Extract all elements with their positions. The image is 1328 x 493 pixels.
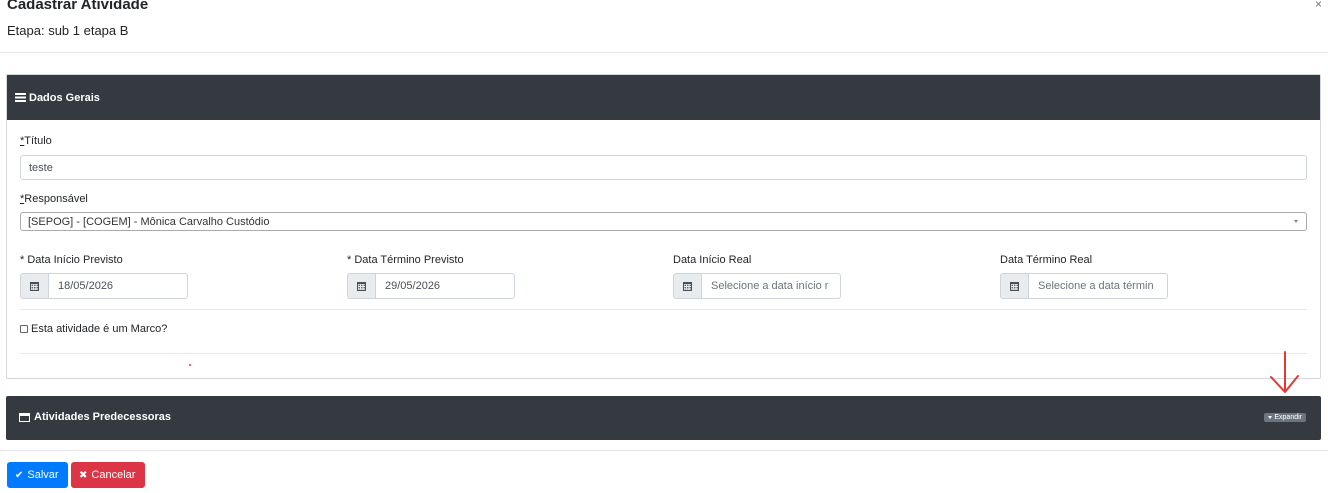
predecessoras-card[interactable]: Atividades Predecessoras Expandir <box>6 396 1321 440</box>
predecessoras-title: Atividades Predecessoras <box>34 411 171 423</box>
calendar-addon[interactable] <box>20 273 48 299</box>
modal-title: Cadastrar Atividade <box>7 0 149 13</box>
titulo-label: *Título <box>20 135 52 147</box>
responsavel-label: *Responsável <box>20 193 88 205</box>
responsavel-selected: [SEPOG] - [COGEM] - Mônica Carvalho Cust… <box>28 215 270 228</box>
calendar-addon[interactable] <box>1000 273 1028 299</box>
calendar-icon <box>357 281 366 291</box>
modal-subtitle: Etapa: sub 1 etapa B <box>7 23 129 38</box>
annotation-arrow-icon <box>1270 351 1299 393</box>
check-icon: ✔ <box>15 469 24 481</box>
data-inicio-real-label: Data Início Real <box>673 254 752 266</box>
data-termino-real-label: Data Término Real <box>1000 254 1093 266</box>
data-termino-previsto-label: * Data Término Previsto <box>347 254 464 266</box>
data-termino-real-group: Selecione a data términ <box>1000 273 1168 299</box>
calendar-addon[interactable] <box>673 273 701 299</box>
calendar-icon <box>30 281 39 291</box>
predecessoras-header: Atividades Predecessoras <box>19 411 171 423</box>
close-icon[interactable]: × <box>1315 0 1322 11</box>
save-button[interactable]: ✔ Salvar <box>7 462 68 488</box>
cancel-label: Cancelar <box>91 469 136 481</box>
data-inicio-previsto-group: 18/05/2026 <box>20 273 188 299</box>
divider <box>20 353 1307 354</box>
data-termino-real-input[interactable]: Selecione a data términ <box>1028 273 1168 299</box>
titulo-input[interactable]: teste <box>20 155 1307 180</box>
close-icon: ✖ <box>79 469 88 481</box>
bars-icon <box>15 93 26 102</box>
window-icon <box>19 412 30 422</box>
data-inicio-previsto-label: * Data Início Previsto <box>20 254 123 266</box>
data-termino-previsto-input[interactable]: 29/05/2026 <box>375 273 515 299</box>
save-label: Salvar <box>27 469 59 481</box>
responsavel-select[interactable]: [SEPOG] - [COGEM] - Mônica Carvalho Cust… <box>20 212 1307 231</box>
data-inicio-previsto-input[interactable]: 18/05/2026 <box>48 273 188 299</box>
calendar-icon <box>1010 281 1019 291</box>
data-termino-previsto-group: 29/05/2026 <box>347 273 515 299</box>
dados-gerais-header[interactable]: Dados Gerais <box>7 75 1320 120</box>
cancel-button[interactable]: ✖ Cancelar <box>71 462 145 488</box>
annotation-dot <box>189 364 191 366</box>
expand-label: Expandir <box>1274 414 1302 421</box>
modal-header: Cadastrar Atividade Etapa: sub 1 etapa B… <box>0 0 1328 53</box>
expand-button[interactable]: Expandir <box>1264 413 1306 422</box>
footer-divider <box>0 450 1328 451</box>
marco-checkbox-row[interactable]: Esta atividade é um Marco? <box>20 323 167 335</box>
marco-checkbox-label: Esta atividade é um Marco? <box>31 323 168 335</box>
calendar-addon[interactable] <box>347 273 375 299</box>
caret-down-icon <box>1268 416 1273 419</box>
chevron-down-icon <box>1294 220 1298 223</box>
divider <box>20 309 1307 310</box>
data-inicio-real-input[interactable]: Selecione a data início r <box>701 273 841 299</box>
calendar-icon <box>683 281 692 291</box>
dados-gerais-title: Dados Gerais <box>29 91 100 104</box>
marco-checkbox[interactable] <box>20 325 28 333</box>
data-inicio-real-group: Selecione a data início r <box>673 273 841 299</box>
